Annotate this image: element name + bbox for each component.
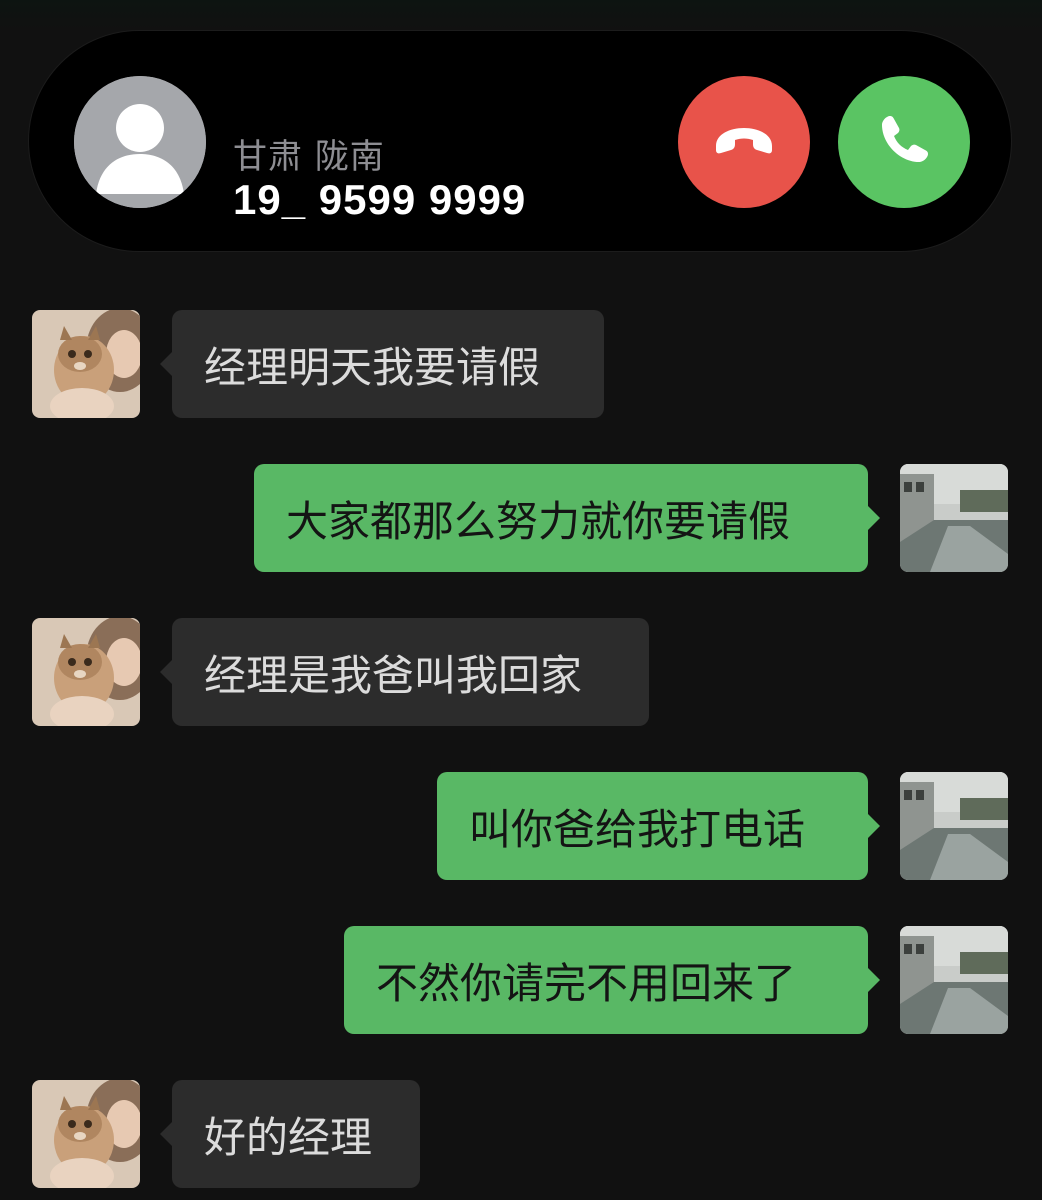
self-avatar[interactable]: [900, 926, 1008, 1034]
decline-call-button[interactable]: [678, 76, 810, 208]
message-bubble-incoming[interactable]: 经理明天我要请假: [160, 310, 604, 418]
status-strip: [0, 0, 1042, 30]
contact-avatar[interactable]: [32, 1080, 140, 1188]
message-text: 好的经理: [204, 1112, 373, 1162]
message-bubble-incoming[interactable]: 好的经理: [160, 1080, 420, 1188]
self-avatar[interactable]: [900, 464, 1008, 572]
self-avatar[interactable]: [900, 772, 1008, 880]
caller-location: 甘肃 陇南: [233, 137, 385, 177]
message-text: 大家都那么努力就你要请假: [286, 496, 791, 546]
message-text: 叫你爸给我打电话: [469, 804, 806, 854]
message-bubble-outgoing[interactable]: 大家都那么努力就你要请假: [254, 464, 880, 572]
message-text: 经理是我爸叫我回家: [204, 650, 583, 700]
message-text: 经理明天我要请假: [204, 342, 541, 392]
message-bubble-incoming[interactable]: 经理是我爸叫我回家: [160, 618, 649, 726]
message-bubble-outgoing[interactable]: 叫你爸给我打电话: [437, 772, 880, 880]
message-text: 不然你请完不用回来了: [376, 958, 797, 1008]
incoming-call-banner[interactable]: 甘肃 陇南 19_ 9599 9999: [28, 30, 1012, 252]
accept-call-button[interactable]: [838, 76, 970, 208]
phone-hangup-icon: [712, 120, 776, 164]
caller-number: 19_ 9599 9999: [233, 176, 527, 223]
phone-icon: [874, 110, 934, 174]
contact-avatar[interactable]: [32, 618, 140, 726]
message-bubble-outgoing[interactable]: 不然你请完不用回来了: [344, 926, 880, 1034]
contact-avatar[interactable]: [32, 310, 140, 418]
caller-avatar-icon: [74, 76, 206, 208]
